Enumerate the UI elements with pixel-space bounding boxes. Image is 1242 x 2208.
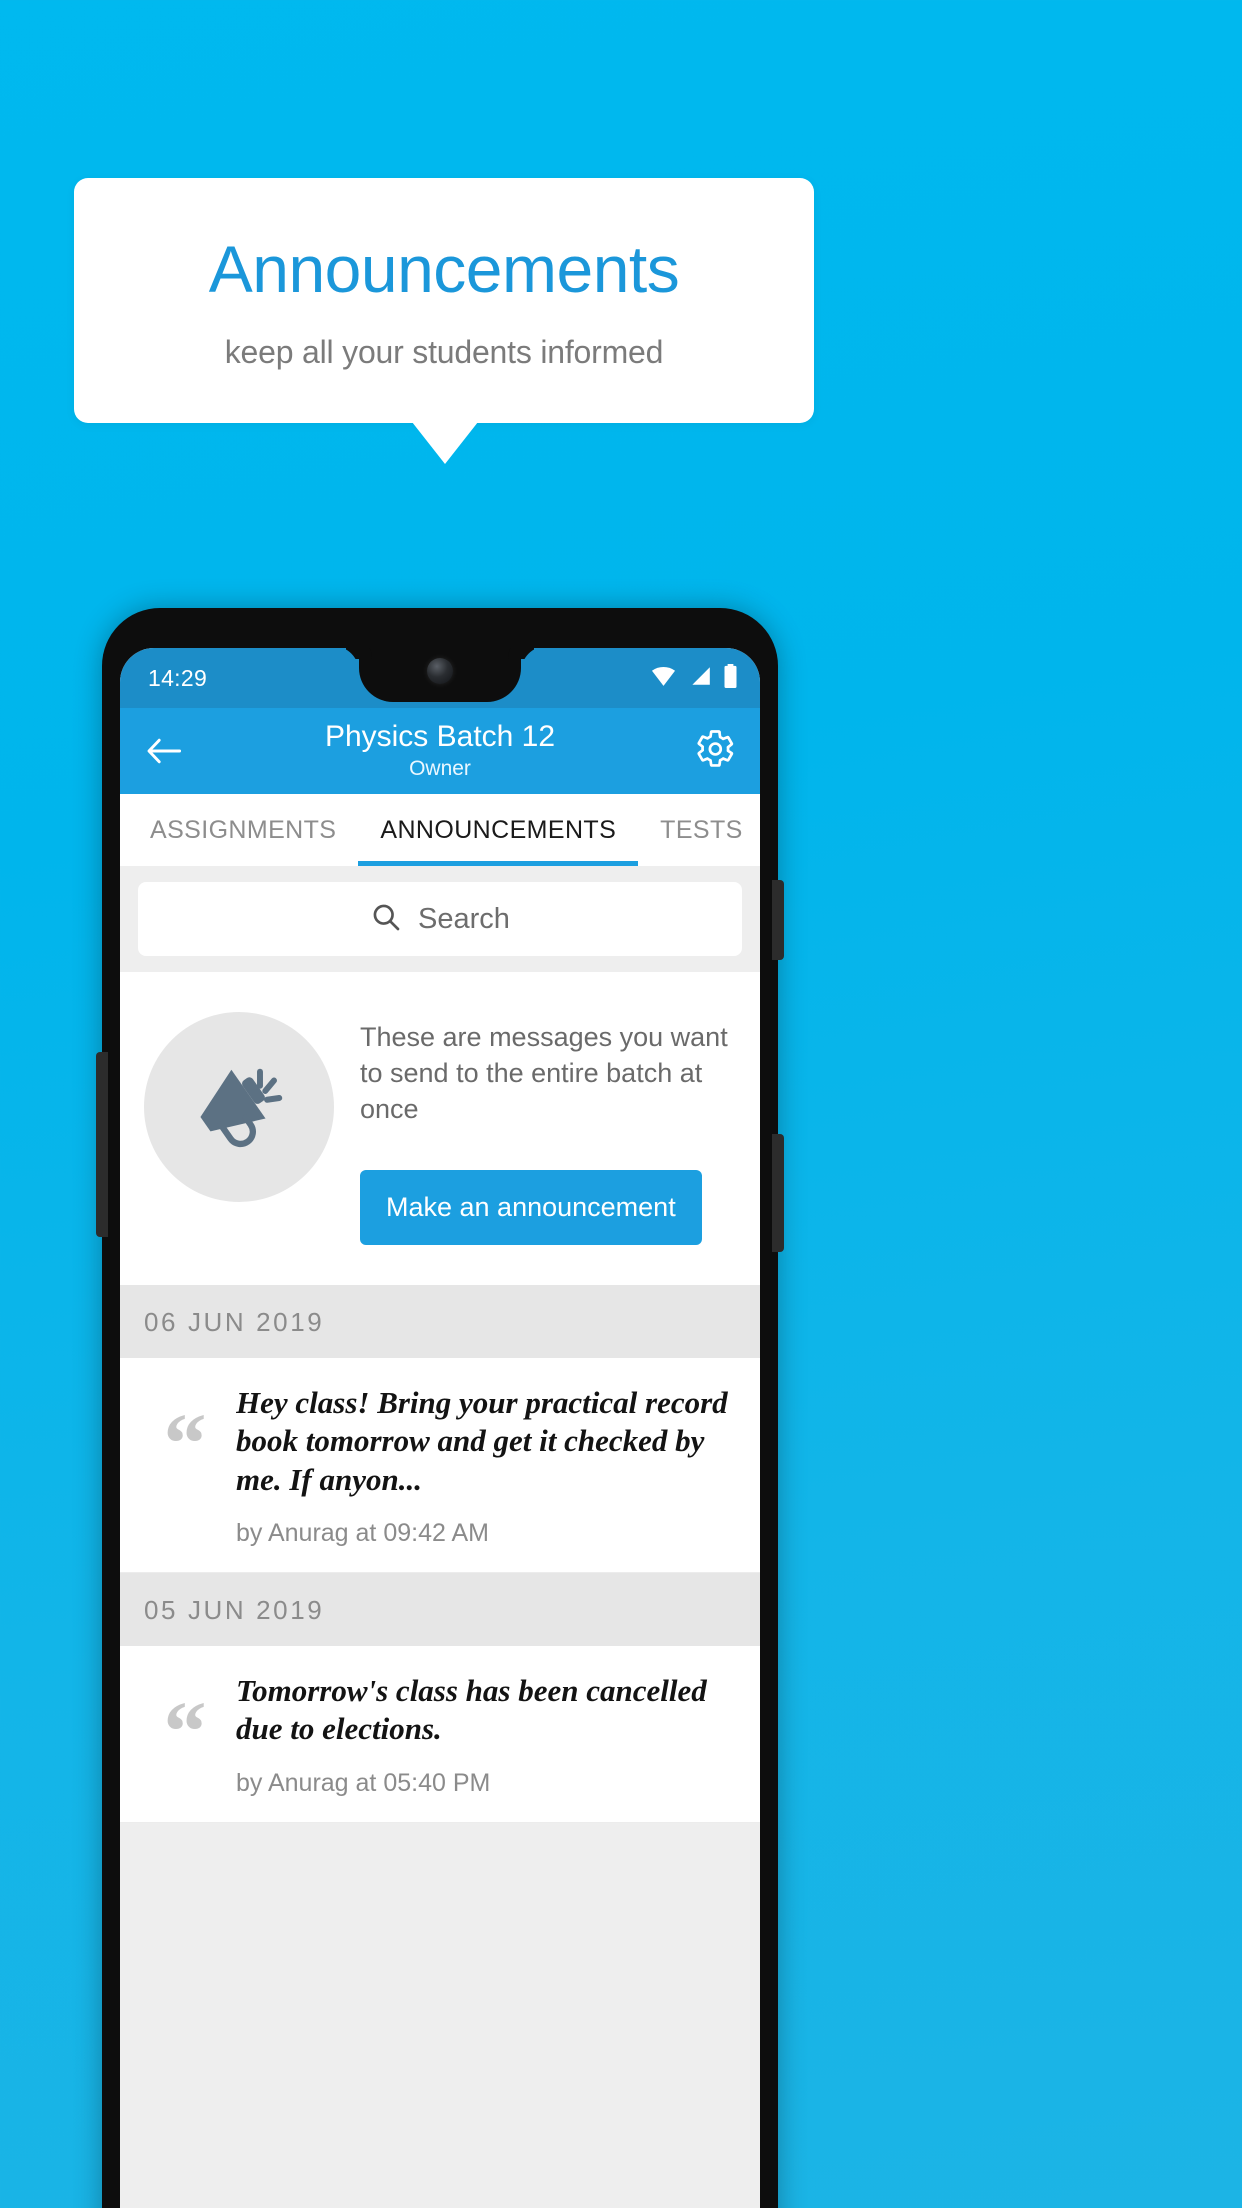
page-subtitle: keep all your students informed xyxy=(224,334,664,370)
search-placeholder: Search xyxy=(418,902,510,935)
date-header: 06 JUN 2019 xyxy=(120,1284,760,1358)
announcement-text: Hey class! Bring your practical record b… xyxy=(236,1384,728,1497)
status-bar-clock: 14:29 xyxy=(148,664,208,691)
phone-frame: 14:29 Physics Batch 12 Owner ASSIGNMENTS… xyxy=(102,608,778,2208)
front-camera xyxy=(427,658,453,684)
tab-content-announcements: Search These are messages you want to se… xyxy=(120,866,760,2208)
status-bar-icons xyxy=(650,663,738,693)
announcement-meta: by Anurag at 05:40 PM xyxy=(236,1768,491,1797)
phone-screen: 14:29 Physics Batch 12 Owner ASSIGNMENTS… xyxy=(120,648,760,2208)
announcement-item[interactable]: “ Tomorrow's class has been cancelled du… xyxy=(120,1646,760,1823)
batch-role: Owner xyxy=(409,756,471,780)
search-icon xyxy=(370,901,402,938)
settings-button[interactable] xyxy=(692,728,738,774)
make-announcement-button[interactable]: Make an announcement xyxy=(360,1169,702,1245)
quote-icon: “ xyxy=(163,1683,207,1780)
callout-card: Announcements keep all your students inf… xyxy=(74,178,814,423)
date-header: 05 JUN 2019 xyxy=(120,1573,760,1647)
announcement-meta: by Anurag at 09:42 AM xyxy=(236,1519,489,1548)
batch-title: Physics Batch 12 xyxy=(324,720,556,754)
tab-tests[interactable]: TESTS xyxy=(638,794,760,866)
wifi-icon xyxy=(650,665,677,692)
megaphone-avatar xyxy=(144,1012,334,1202)
display-notch xyxy=(359,648,521,702)
back-button[interactable] xyxy=(142,729,186,773)
promo-description: These are messages you want to send to t… xyxy=(360,1022,728,1124)
page-title: Announcements xyxy=(208,232,680,306)
tab-announcements[interactable]: ANNOUNCEMENTS xyxy=(358,794,638,866)
promo-right: These are messages you want to send to t… xyxy=(360,1008,736,1245)
power-button[interactable] xyxy=(772,880,784,960)
battery-icon xyxy=(723,663,738,693)
volume-button[interactable] xyxy=(96,1052,108,1237)
tab-assignments[interactable]: ASSIGNMENTS xyxy=(120,794,358,866)
callout-tail xyxy=(412,422,478,464)
search-input[interactable]: Search xyxy=(138,882,742,956)
gear-icon xyxy=(694,728,736,775)
app-bar-titles: Physics Batch 12 Owner xyxy=(120,720,760,782)
tab-indicator xyxy=(358,861,638,866)
signal-icon xyxy=(688,665,712,692)
announcement-body: Hey class! Bring your practical record b… xyxy=(236,1384,738,1548)
assistant-button[interactable] xyxy=(772,1134,784,1252)
app-bar: Physics Batch 12 Owner xyxy=(120,708,760,794)
megaphone-icon xyxy=(183,1049,295,1166)
announcement-item[interactable]: “ Hey class! Bring your practical record… xyxy=(120,1357,760,1574)
tab-bar: ASSIGNMENTS ANNOUNCEMENTS TESTS ’ xyxy=(120,794,760,866)
make-announcement-card: These are messages you want to send to t… xyxy=(120,972,760,1285)
status-bar: 14:29 xyxy=(120,648,760,708)
search-container: Search xyxy=(120,866,760,972)
quote-icon: “ xyxy=(163,1394,207,1491)
announcement-body: Tomorrow's class has been cancelled due … xyxy=(236,1672,738,1798)
announcement-text: Tomorrow's class has been cancelled due … xyxy=(236,1673,707,1747)
